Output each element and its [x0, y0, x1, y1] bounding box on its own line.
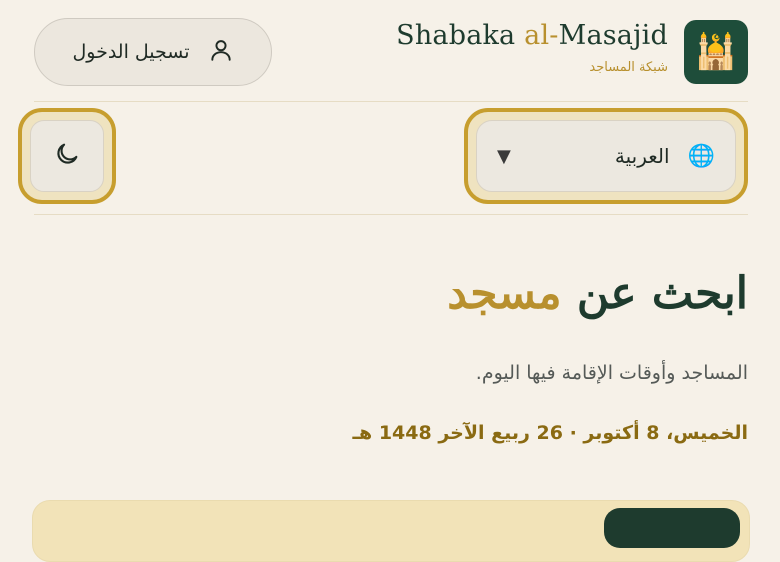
- header-divider: [34, 101, 748, 102]
- user-icon: [208, 37, 234, 68]
- brand-name-part1: Shabaka: [396, 20, 525, 51]
- page-title-part1: ابحث عن: [561, 268, 748, 319]
- language-select-field[interactable]: ▼ 🌐 العربية: [476, 120, 736, 192]
- controls-divider: [34, 214, 748, 215]
- theme-toggle-button[interactable]: [18, 108, 116, 204]
- page-subtitle: المساجد وأوقات الإقامة فيها اليوم.: [475, 362, 748, 384]
- globe-icon: 🌐: [687, 143, 715, 169]
- language-select[interactable]: ▼ 🌐 العربية: [464, 108, 748, 204]
- brand-logo[interactable]: 🕌: [684, 20, 748, 84]
- search-button[interactable]: [604, 508, 740, 548]
- mosque-icon: 🕌: [694, 32, 738, 72]
- moon-icon: [53, 140, 81, 172]
- language-label: العربية: [614, 144, 670, 168]
- brand-name-part2: Masajid: [558, 20, 668, 51]
- brand-subtitle: شبكة المساجد: [589, 60, 668, 75]
- date-display: الخميس، 8 أكتوبر · 26 ربيع الآخر 1448 هـ: [352, 422, 748, 444]
- chevron-down-icon: ▼: [497, 145, 511, 167]
- page-title: ابحث عن مسجد: [447, 268, 748, 319]
- login-label: تسجيل الدخول: [72, 41, 190, 63]
- page-title-accent: مسجد: [447, 268, 562, 319]
- language-value: 🌐 العربية: [615, 144, 715, 169]
- login-button[interactable]: تسجيل الدخول: [34, 18, 272, 86]
- theme-toggle-inner[interactable]: [30, 120, 104, 192]
- brand-name: Shabaka al-Masajid: [396, 20, 668, 51]
- brand-name-accent: al-: [524, 20, 559, 51]
